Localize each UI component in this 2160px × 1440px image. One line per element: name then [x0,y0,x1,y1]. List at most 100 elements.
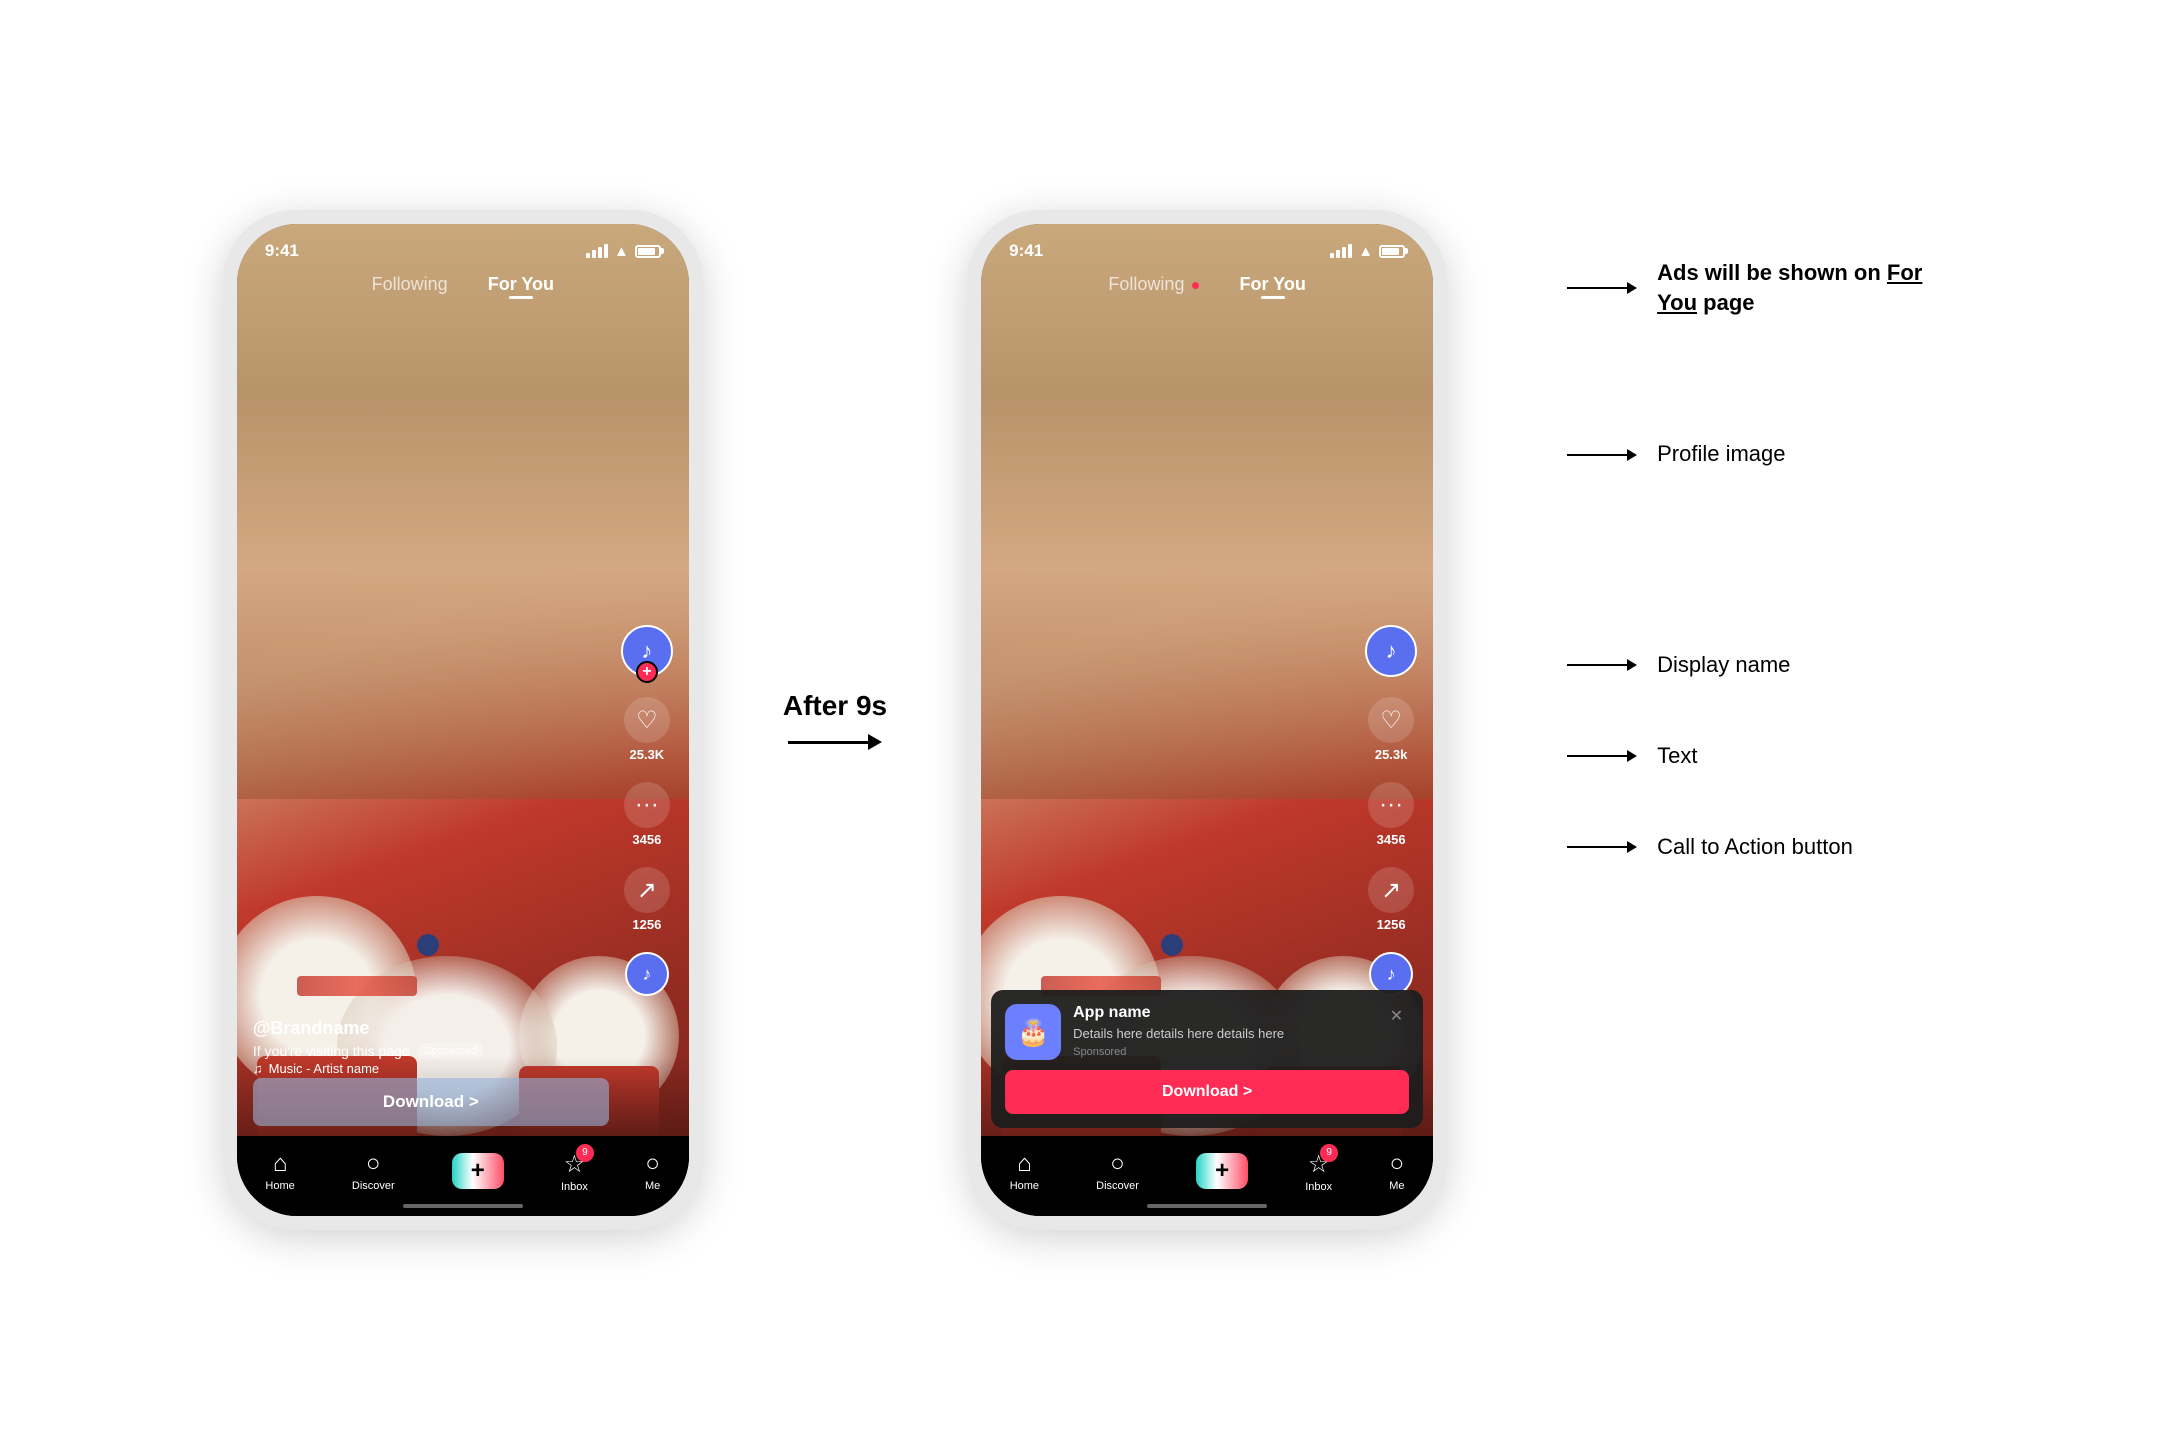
tiktok-logo-icon-2: ♪ [1386,638,1397,664]
me-label-2: Me [1389,1180,1404,1192]
like-count-1: 25.3K [630,747,665,762]
phone-1: 9:41 ▲ Following [223,210,703,1230]
record-btn-1: ♪ [625,952,669,996]
annotation-text-txt: Text [1657,741,1697,772]
home-label-1: Home [265,1180,294,1192]
ad-download-label: Download > [1162,1083,1252,1101]
nav-create-1[interactable] [452,1153,504,1189]
arrow-head-icon [868,734,882,750]
status-icons-2: ▲ [1330,243,1405,260]
annotation-arrow-display [1567,659,1637,671]
brand-name-1: @Brandname [253,1018,609,1039]
nav-create-2[interactable] [1196,1153,1248,1189]
share-action-2[interactable]: ↗ 1256 [1368,867,1414,932]
for-you-label-2: For You [1239,274,1305,294]
nav-inbox-2[interactable]: ☆ Inbox 9 [1305,1150,1332,1193]
phone-2: 9:41 ▲ Following [967,210,1447,1230]
ad-app-name: App name [1073,1004,1372,1022]
annotation-cta: Call to Action button [1567,832,1937,863]
share-count-1: 1256 [632,917,661,932]
arrow-line [788,734,882,750]
share-icon-1: ↗ [624,867,670,913]
inbox-badge-1: 9 [576,1144,594,1162]
download-button-1[interactable]: Download > [253,1078,609,1126]
annotation-profile: Profile image [1567,439,1937,470]
home-indicator-2 [1147,1204,1267,1208]
wifi-icon-1: ▲ [614,243,629,260]
phone-1-screen: 9:41 ▲ Following [237,224,689,1216]
arrow-label: After 9s [783,690,887,722]
tab-following-1[interactable]: Following [372,274,448,295]
tab-for-you-1[interactable]: For You [488,274,554,295]
music-info-1: ♫ Music - Artist name [253,1061,609,1076]
tab-for-you-2[interactable]: For You [1239,274,1305,295]
nav-home-2[interactable]: ⌂ Home [1010,1150,1039,1192]
right-actions-2: ♪ ♡ 25.3k ··· 3456 ↗ 1256 ♪ [1365,625,1417,996]
home-label-2: Home [1010,1180,1039,1192]
battery-icon-1 [635,245,661,258]
share-count-2: 1256 [1377,917,1406,932]
annotation-display-name: Display name [1567,650,1937,681]
battery-icon-2 [1379,245,1405,258]
heart-icon-1: ♡ [624,697,670,743]
comment-action-1[interactable]: ··· 3456 [624,782,670,847]
ann-head-icon-profile [1627,449,1637,461]
annotation-arrow-ads [1567,282,1637,294]
ad-app-icon: 🎂 [1005,1004,1061,1060]
share-action-1[interactable]: ↗ 1256 [624,867,670,932]
home-indicator-1 [403,1204,523,1208]
tab-following-2[interactable]: Following [1108,274,1199,295]
annotation-arrow-cta [1567,841,1637,853]
signal-icon-2 [1330,244,1352,258]
profile-button-1[interactable]: ♪ + [621,625,673,677]
arrow-shaft [788,741,868,744]
status-time-2: 9:41 [1009,241,1043,261]
annotation-text-ads: Ads will be shown on For You page [1657,258,1937,320]
like-action-1[interactable]: ♡ 25.3K [624,697,670,762]
ad-text-area: App name Details here details here detai… [1073,1004,1372,1058]
annotation-text-cta: Call to Action button [1657,832,1853,863]
annotation-text-display: Display name [1657,650,1790,681]
status-time-1: 9:41 [265,241,299,261]
description-text-1: If you're visiting this page [253,1043,410,1059]
nav-discover-2[interactable]: ○ Discover [1096,1150,1139,1192]
comment-action-2[interactable]: ··· 3456 [1368,782,1414,847]
sponsored-badge-1: Sponsored [418,1043,483,1059]
phone-2-screen: 9:41 ▲ Following [981,224,1433,1216]
heart-icon-2: ♡ [1368,697,1414,743]
status-bar-2: 9:41 ▲ [981,224,1433,268]
ann-head-icon-cta [1627,841,1637,853]
me-label-1: Me [645,1180,660,1192]
home-icon-2: ⌂ [1017,1150,1032,1178]
profile-button-2[interactable]: ♪ [1365,625,1417,677]
nav-home-1[interactable]: ⌂ Home [265,1150,294,1192]
ad-download-button[interactable]: Download > [1005,1070,1409,1114]
inbox-label-1: Inbox [561,1181,588,1193]
nav-discover-1[interactable]: ○ Discover [352,1150,395,1192]
ann-head-icon-display [1627,659,1637,671]
ads-annotation-strong: Ads will be shown on For You page [1657,260,1922,316]
right-actions-1: ♪ + ♡ 25.3K ··· 3456 ↗ 1256 ♪ [621,625,673,996]
annotations-section: Ads will be shown on For You page Profil… [1567,578,1937,863]
ad-header: 🎂 App name Details here details here det… [1005,1004,1409,1060]
record-action-1[interactable]: ♪ [625,952,669,996]
annotation-arrow-profile [1567,449,1637,461]
ann-shaft-text [1567,755,1627,757]
like-action-2[interactable]: ♡ 25.3k [1368,697,1414,762]
annotation-text-profile: Profile image [1657,439,1785,470]
page-container: 9:41 ▲ Following [0,0,2160,1440]
discover-icon-2: ○ [1110,1150,1125,1178]
nav-tabs-1: Following For You [237,274,689,295]
discover-icon-1: ○ [366,1150,381,1178]
ad-close-button[interactable]: ✕ [1384,1004,1409,1028]
home-icon-1: ⌂ [273,1150,288,1178]
ann-shaft-display [1567,664,1627,666]
ann-head-icon-ads [1627,282,1637,294]
nav-me-2[interactable]: ○ Me [1389,1150,1404,1192]
nav-me-1[interactable]: ○ Me [645,1150,660,1192]
following-label-2: Following [1108,274,1184,294]
for-you-underline: For You [1657,260,1922,316]
annotation-text-label: Text [1567,741,1937,772]
nav-inbox-1[interactable]: ☆ Inbox 9 [561,1150,588,1193]
ad-sponsored-label: Sponsored [1073,1046,1372,1058]
